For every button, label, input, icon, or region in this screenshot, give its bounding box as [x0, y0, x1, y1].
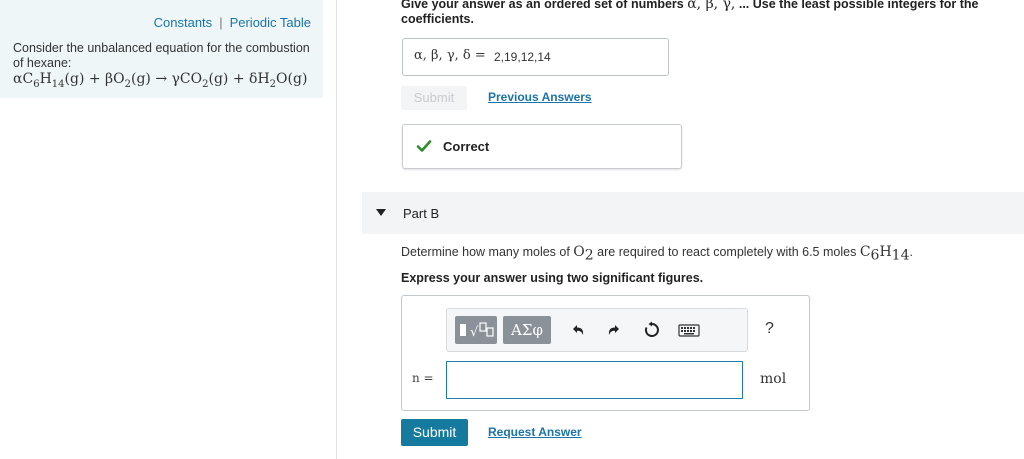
templates-button[interactable]: √	[455, 316, 497, 344]
request-answer-link[interactable]: Request Answer	[488, 425, 582, 439]
part-b-header[interactable]: Part B	[362, 192, 1024, 234]
combustion-equation: αC6H14(g) + βO2(g) → γCO2(g) + δH2O(g)	[13, 71, 308, 90]
answer-variable-label: α, β, γ, δ =	[414, 48, 486, 63]
part-b-instruction: Express your answer using two significan…	[401, 271, 704, 285]
constants-link[interactable]: Constants	[154, 15, 213, 30]
feedback-box: Correct	[402, 124, 682, 169]
previous-answers-link[interactable]: Previous Answers	[488, 90, 592, 104]
periodic-table-link[interactable]: Periodic Table	[230, 15, 311, 30]
part-a-instruction: Give your answer as an ordered set of nu…	[401, 0, 979, 26]
math-toolbar: √ ΑΣφ ?	[446, 308, 774, 352]
checkmark-icon	[416, 140, 432, 152]
variable-label: n =	[412, 371, 434, 385]
link-separator: |	[219, 15, 223, 30]
help-icon[interactable]: ?	[765, 320, 774, 338]
answer-input[interactable]	[446, 361, 743, 399]
svg-text:√: √	[470, 325, 479, 340]
undo-icon[interactable]	[569, 321, 587, 339]
problem-panel: Constants | Periodic Table Consider the un…	[0, 0, 323, 98]
answer-value: 2,19,12,14	[494, 50, 551, 64]
part-b-submit-button[interactable]: Submit	[401, 419, 468, 446]
collapse-caret-icon[interactable]	[376, 209, 386, 216]
part-b-question: Determine how many moles of O2 are requi…	[401, 244, 913, 264]
column-divider	[336, 0, 337, 459]
feedback-text: Correct	[443, 139, 490, 154]
redo-icon[interactable]	[605, 321, 623, 339]
unit-label: mol	[760, 371, 787, 387]
part-b-title: Part B	[403, 206, 440, 221]
answer-entry-panel: √ ΑΣφ ? n = mol	[401, 295, 810, 411]
problem-statement: Consider the unbalanced equation for the…	[13, 41, 310, 70]
resource-links: Constants | Periodic Table	[154, 15, 311, 30]
part-a-submit-button[interactable]: Submit	[401, 86, 467, 110]
keyboard-icon[interactable]	[678, 321, 700, 339]
templates-icon: √	[460, 322, 494, 340]
part-a-answer-field[interactable]: α, β, γ, δ = 2,19,12,14	[402, 38, 669, 76]
greek-symbols-button[interactable]: ΑΣφ	[503, 316, 551, 344]
reset-icon[interactable]	[643, 321, 661, 339]
